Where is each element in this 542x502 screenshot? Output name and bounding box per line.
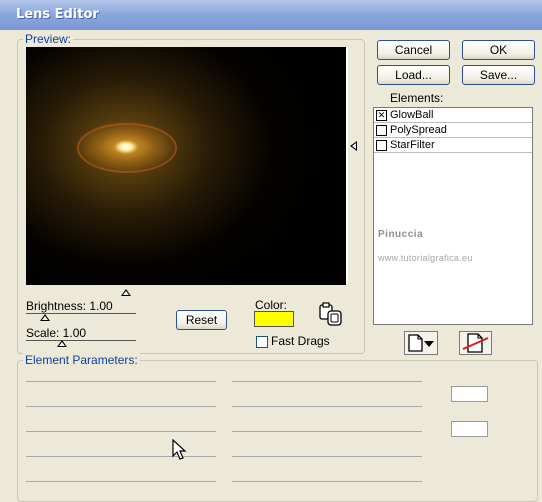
parameter-slot (232, 481, 422, 482)
scale-slider-track[interactable] (26, 340, 136, 341)
list-item-starfilter[interactable]: StarFilter (374, 138, 532, 153)
glow-ball-flare (26, 47, 346, 285)
clipboard-copy-icon[interactable] (318, 302, 346, 328)
list-item-polyspread[interactable]: PolySpread (374, 123, 532, 138)
list-item-label: GlowBall (390, 109, 434, 121)
fast-drags-checkbox[interactable] (256, 336, 268, 348)
brightness-slider-thumb[interactable] (40, 314, 50, 321)
delete-element-button[interactable] (459, 331, 492, 355)
preview-legend: Preview: (23, 32, 74, 46)
elements-label: Elements: (390, 91, 444, 105)
preview-canvas[interactable] (26, 47, 346, 285)
elements-list[interactable]: ✕ GlowBall PolySpread StarFilter (373, 107, 533, 325)
preview-border (346, 47, 348, 285)
list-item-label: StarFilter (390, 139, 435, 151)
watermark-name: Pinuccia (378, 229, 424, 240)
parameter-value-box[interactable] (451, 386, 488, 402)
cancel-button[interactable]: Cancel (377, 40, 450, 60)
glow-ring (77, 123, 177, 173)
horizontal-position-marker[interactable] (121, 289, 131, 296)
parameter-value-box[interactable] (451, 421, 488, 437)
fast-drags-label: Fast Drags (271, 334, 330, 348)
polyspread-checkbox[interactable] (376, 125, 387, 136)
mouse-cursor-icon (172, 438, 188, 461)
reset-button[interactable]: Reset (176, 310, 227, 330)
parameter-slot (26, 481, 216, 482)
brightness-label: Brightness: 1.00 (26, 299, 113, 313)
vertical-position-marker[interactable] (350, 141, 357, 151)
delete-document-icon (462, 333, 489, 353)
parameter-slot (26, 381, 216, 382)
parameter-slot (232, 381, 422, 382)
glowball-checkbox[interactable]: ✕ (376, 110, 387, 121)
new-element-button[interactable] (404, 331, 438, 355)
ok-button[interactable]: OK (462, 40, 535, 60)
parameter-slot (26, 406, 216, 407)
new-document-dropdown-icon (408, 334, 434, 352)
window-title: Lens Editor (16, 7, 99, 22)
load-button[interactable]: Load... (377, 65, 450, 85)
starfilter-checkbox[interactable] (376, 140, 387, 151)
color-swatch[interactable] (254, 311, 294, 327)
parameter-slot (26, 431, 216, 432)
scale-label: Scale: 1.00 (26, 326, 87, 340)
parameter-slot (232, 406, 422, 407)
color-label: Color: (255, 298, 288, 312)
parameter-slot (232, 456, 422, 457)
scale-slider-thumb[interactable] (57, 340, 67, 347)
watermark-url: www.tutorialgrafica.eu (378, 253, 473, 263)
element-parameters-legend: Element Parameters: (23, 353, 140, 367)
list-item-label: PolySpread (390, 124, 447, 136)
title-bar[interactable]: Lens Editor (0, 0, 542, 30)
list-item-glowball[interactable]: ✕ GlowBall (374, 108, 532, 123)
save-button[interactable]: Save... (462, 65, 535, 85)
parameter-slot (232, 431, 422, 432)
